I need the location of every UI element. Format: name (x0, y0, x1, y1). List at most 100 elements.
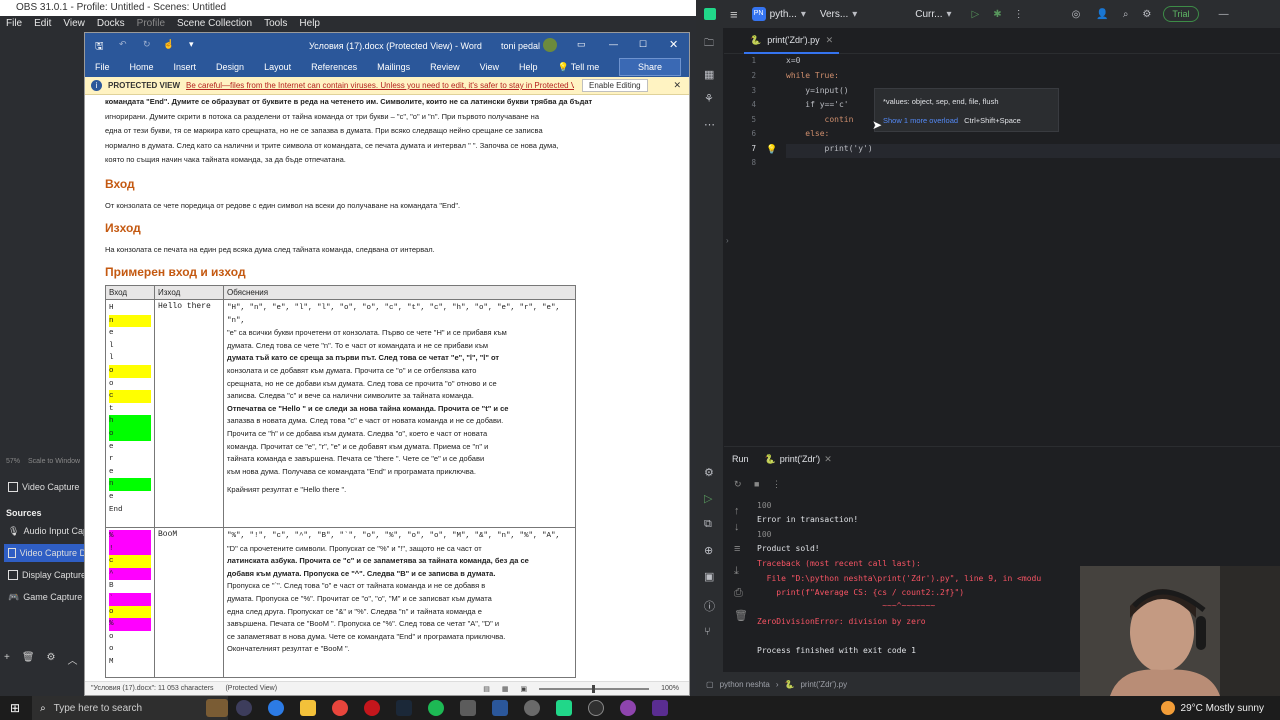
run-tool-icon[interactable]: ▷ (704, 492, 712, 505)
spotify-icon[interactable] (428, 700, 445, 716)
avatar[interactable] (543, 38, 557, 52)
run-config-selector[interactable]: Curr... (915, 9, 942, 20)
visual-studio-icon[interactable] (652, 700, 669, 716)
web-layout-icon[interactable]: ▣ (520, 685, 527, 693)
project-switcher[interactable]: pyth... (770, 9, 797, 20)
obs-icon[interactable] (588, 700, 605, 716)
obs-menu-file[interactable]: File (6, 16, 22, 32)
obs-top-source[interactable]: Video Capture (4, 478, 86, 496)
close-icon[interactable]: ✕ (673, 80, 681, 91)
settings-gear-icon[interactable]: ⚙ (1142, 9, 1151, 20)
chrome-icon[interactable] (332, 700, 349, 716)
folder-icon[interactable]: 🗀 (704, 36, 714, 53)
trial-badge[interactable]: Trial (1163, 6, 1199, 22)
expand-arrow-icon[interactable]: › (726, 236, 729, 245)
calculator-icon[interactable] (460, 700, 477, 716)
obs-menu-scene-collection[interactable]: Scene Collection (177, 16, 252, 32)
obs-menu-profile[interactable]: Profile (137, 16, 165, 32)
close-icon[interactable]: ✕ (669, 38, 678, 51)
services-icon[interactable]: ⊕ (704, 544, 713, 557)
undo-icon[interactable]: ↶ (119, 39, 127, 50)
user-name[interactable]: toni pedal (501, 41, 540, 51)
file-explorer-icon[interactable] (300, 700, 317, 716)
obs-menu-docks[interactable]: Docks (97, 16, 125, 32)
stop-icon[interactable]: ■ (754, 479, 759, 489)
save-icon[interactable]: 🖫 (95, 39, 104, 56)
read-mode-icon[interactable]: ▤ (483, 685, 490, 693)
tab-print-zdr[interactable]: 🐍 print('Zdr').py ✕ (744, 28, 840, 54)
steam-icon[interactable] (396, 700, 413, 716)
enable-editing-button[interactable]: Enable Editing (582, 79, 648, 92)
zoom-level[interactable]: 100% (661, 685, 679, 692)
terminal-icon[interactable]: ⧉ (704, 518, 712, 531)
tab-references[interactable]: References (311, 62, 357, 72)
obs-menu-help[interactable]: Help (299, 16, 320, 32)
breadcrumb-project[interactable]: python neshta (720, 680, 770, 689)
close-icon[interactable]: ✕ (826, 35, 834, 46)
ribbon-display-icon[interactable]: ▭ (577, 39, 586, 50)
tab-file[interactable]: File (95, 62, 110, 72)
soft-wrap-icon[interactable]: ≡ (734, 543, 740, 555)
taskview-icon[interactable] (236, 700, 253, 716)
source-display-capture[interactable]: Display Capture (4, 566, 86, 584)
maximize-icon[interactable]: ☐ (639, 39, 647, 50)
tell-me-search[interactable]: Tell me (571, 62, 600, 72)
minimize-icon[interactable]: — (1219, 9, 1229, 20)
breadcrumb-file[interactable]: print('Zdr').py (800, 680, 847, 689)
zoom-slider[interactable] (539, 684, 650, 693)
trash-icon[interactable]: 🗑 (734, 609, 748, 622)
source-audio-input[interactable]: 🎙 Audio Input Capt (4, 522, 86, 540)
obs-menu-edit[interactable]: Edit (34, 16, 51, 32)
discord-icon[interactable] (620, 700, 637, 716)
lightbulb-icon[interactable]: 💡 (766, 144, 777, 155)
vcs-widget[interactable]: Vers... (820, 9, 848, 20)
python-packages-icon[interactable]: ⚙ (704, 466, 714, 479)
minimize-icon[interactable]: — (609, 39, 618, 49)
tab-help[interactable]: Help (519, 62, 538, 72)
opera-icon[interactable] (364, 700, 381, 716)
scroll-down-icon[interactable]: ↓ (734, 521, 740, 533)
trash-icon[interactable]: 🗑 (22, 652, 35, 668)
more-actions-icon[interactable]: ⋮ (1014, 9, 1024, 20)
protected-view-message[interactable]: Be careful—files from the Internet can c… (186, 81, 574, 90)
tab-insert[interactable]: Insert (174, 62, 197, 72)
more-icon[interactable]: ⋯ (704, 118, 715, 131)
source-video-capture[interactable]: Video Capture D (4, 544, 86, 562)
git-icon[interactable]: ⑂ (704, 626, 711, 638)
add-user-icon[interactable]: 👤 (1096, 9, 1108, 20)
share-button[interactable]: Share (618, 58, 681, 76)
redo-icon[interactable]: ↻ (143, 39, 151, 50)
tab-mailings[interactable]: Mailings (377, 62, 410, 72)
tab-layout[interactable]: Layout (264, 62, 291, 72)
run-tab[interactable]: Run (732, 454, 749, 464)
windows-start-icon[interactable]: ⊞ (10, 701, 20, 715)
scroll-to-end-icon[interactable]: ⤓ (734, 565, 739, 578)
pycharm-icon[interactable] (556, 700, 573, 716)
taskbar-search-box[interactable]: ⌕ Type here to search (32, 696, 229, 720)
customize-toolbar-icon[interactable]: ▾ (189, 39, 194, 50)
print-layout-icon[interactable]: ▦ (502, 685, 509, 693)
more-options-icon[interactable]: ⋮ (772, 479, 781, 490)
weather-text[interactable]: 29°C Mostly sunny (1181, 703, 1264, 714)
console-icon[interactable]: ▣ (704, 570, 714, 583)
show-overload-link[interactable]: Show 1 more overload (883, 116, 958, 125)
obs-menu-tools[interactable]: Tools (264, 16, 287, 32)
print-icon[interactable]: ⎙ (734, 587, 743, 600)
search-icon[interactable]: ⌕ (1123, 9, 1129, 20)
python-console-icon[interactable]: ⚘ (704, 92, 714, 105)
close-icon[interactable]: ✕ (824, 454, 832, 465)
chevron-up-icon[interactable]: ︿ (68, 652, 78, 668)
structure-icon[interactable]: ▦ (704, 68, 714, 81)
tab-view[interactable]: View (480, 62, 499, 72)
tab-design[interactable]: Design (216, 62, 244, 72)
run-file-tab[interactable]: 🐍 print('Zdr') ✕ (765, 454, 832, 465)
problems-icon[interactable]: ⓘ (704, 598, 715, 614)
scroll-up-icon[interactable]: ↑ (734, 505, 740, 517)
settings-icon[interactable] (524, 700, 541, 716)
debug-icon[interactable]: ✱ (993, 9, 1001, 20)
obs-menu-view[interactable]: View (63, 16, 85, 32)
code-with-me-icon[interactable]: ◎ (1072, 9, 1081, 20)
tab-home[interactable]: Home (130, 62, 154, 72)
edge-icon[interactable] (268, 700, 285, 716)
rerun-icon[interactable]: ↻ (734, 479, 742, 490)
